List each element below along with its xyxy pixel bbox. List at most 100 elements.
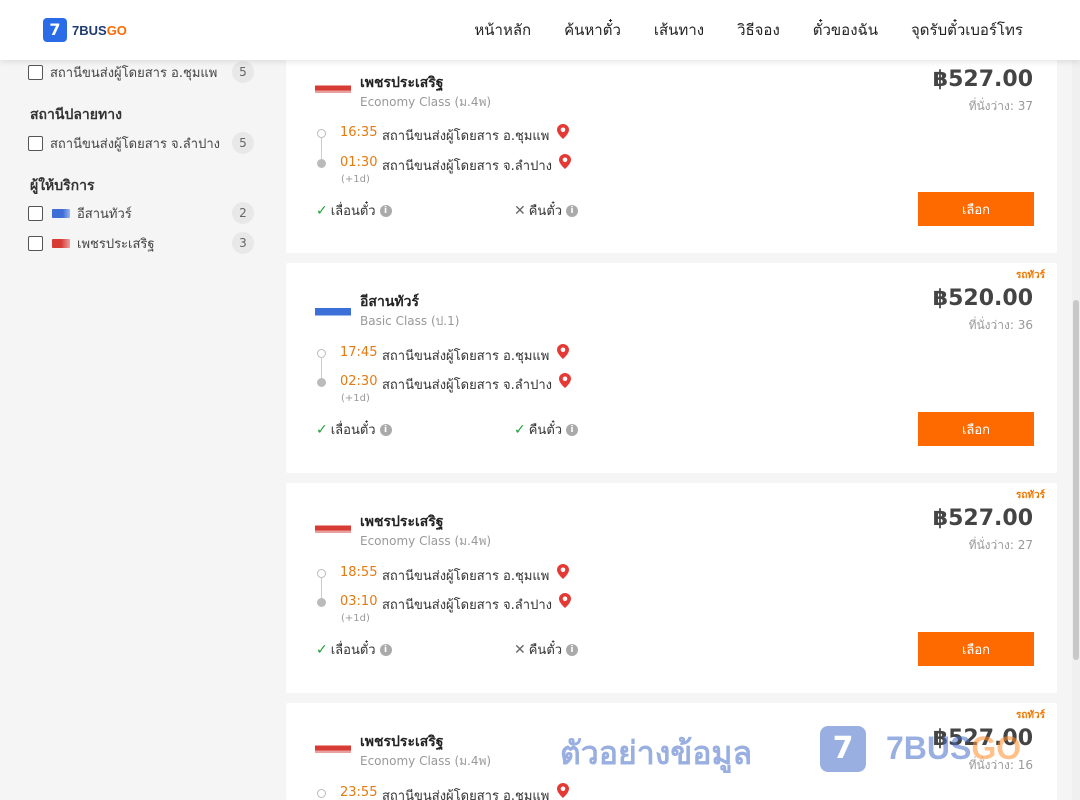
timeline-line <box>321 138 322 160</box>
bus-class: Economy Class (ม.4พ) <box>360 95 492 109</box>
watermark-text: ตัวอย่างข้อมูล <box>560 734 753 772</box>
filter-origin-station[interactable]: สถานีขนส่งผู้โดยสาร อ.ชุมแพ 5 <box>28 60 254 84</box>
checkbox[interactable] <box>28 64 43 80</box>
map-pin-icon[interactable] <box>559 593 571 608</box>
map-pin-icon[interactable] <box>557 783 569 798</box>
arrive-dot <box>317 598 326 607</box>
reschedule-option: ✓ เลื่อนตั๋ว i <box>316 200 392 221</box>
checkbox[interactable] <box>28 205 43 221</box>
map-pin-icon[interactable] <box>557 344 569 359</box>
isan-tour-logo <box>315 305 351 319</box>
arrive-time: 03:10 <box>340 594 378 609</box>
map-pin-icon[interactable] <box>559 154 571 169</box>
checkbox[interactable] <box>28 235 43 251</box>
arrive-time: 02:30 <box>340 374 378 389</box>
price: ฿527.00 <box>932 506 1033 531</box>
depart-station: สถานีขนส่งผู้โดยสาร อ.ชุมแพ <box>382 789 550 800</box>
nav-how-to-book[interactable]: วิธีจอง <box>737 18 780 42</box>
cross-icon: ✕ <box>514 202 526 219</box>
check-icon: ✓ <box>316 202 328 219</box>
filter-count: 5 <box>232 132 254 154</box>
depart-station: สถานีขนส่งผู้โดยสาร อ.ชุมแพ <box>382 349 550 364</box>
filter-label: สถานีขนส่งผู้โดยสาร จ.ลำปาง <box>50 136 220 152</box>
check-icon: ✓ <box>316 421 328 438</box>
info-icon[interactable]: i <box>379 423 392 436</box>
select-trip-button[interactable]: เลือก <box>918 412 1034 446</box>
bus-class: Economy Class (ม.4พ) <box>360 534 492 548</box>
depart-dot <box>317 129 326 138</box>
plus-one-day: (+1d) <box>341 174 370 185</box>
phet-prasert-logo <box>315 522 351 536</box>
destination-section-title: สถานีปลายทาง <box>30 107 122 123</box>
arrive-station: สถานีขนส่งผู้โดยสาร จ.ลำปาง <box>382 159 552 174</box>
depart-dot <box>317 789 326 798</box>
check-icon: ✓ <box>316 641 328 658</box>
filter-destination-station[interactable]: สถานีขนส่งผู้โดยสาร จ.ลำปาง 5 <box>28 131 254 155</box>
arrive-station: สถานีขนส่งผู้โดยสาร จ.ลำปาง <box>382 598 552 613</box>
refund-option: ✓ คืนตั๋ว i <box>514 419 579 440</box>
operator-name: อีสานทัวร์ <box>360 294 419 310</box>
nav-home[interactable]: หน้าหลัก <box>474 18 531 42</box>
filter-operator-phet-prasert[interactable]: เพชรประเสริฐ 3 <box>28 231 254 255</box>
filter-count: 5 <box>232 61 254 83</box>
depart-station: สถานีขนส่งผู้โดยสาร อ.ชุมแพ <box>382 569 550 584</box>
filter-count: 2 <box>232 202 254 224</box>
bus-type-tag: รถทัวร์ <box>1015 490 1045 501</box>
filter-count: 3 <box>232 232 254 254</box>
checkbox[interactable] <box>28 135 43 151</box>
scrollbar-thumb[interactable] <box>1073 300 1079 660</box>
depart-dot <box>317 569 326 578</box>
trip-card: รถทัวร์ เพชรประเสริฐ Economy Class (ม.4พ… <box>286 483 1057 693</box>
main-nav: หน้าหลัก ค้นหาตั๋ว เส้นทาง วิธีจอง ตั๋วข… <box>441 0 1023 60</box>
cross-icon: ✕ <box>514 641 526 658</box>
plus-one-day: (+1d) <box>341 613 370 624</box>
nav-search-ticket[interactable]: ค้นหาตั๋ว <box>564 18 621 42</box>
site-logo[interactable]: 7 7BUSGO <box>43 18 127 42</box>
operator-name: เพชรประเสริฐ <box>360 514 444 530</box>
timeline-line <box>321 578 322 600</box>
top-header: 7 7BUSGO หน้าหลัก ค้นหาตั๋ว เส้นทาง วิธี… <box>0 0 1080 60</box>
refund-option: ✕ คืนตั๋ว i <box>514 200 579 221</box>
nav-my-tickets[interactable]: ตั๋วของฉัน <box>813 18 878 42</box>
depart-time: 23:55 <box>340 785 378 800</box>
bus-class: Economy Class (ม.4พ) <box>360 754 492 768</box>
info-icon[interactable]: i <box>566 204 579 217</box>
watermark-logo: 7 <box>820 726 866 772</box>
operator-name: เพชรประเสริฐ <box>360 75 444 91</box>
map-pin-icon[interactable] <box>559 373 571 388</box>
check-icon: ✓ <box>514 421 526 438</box>
logo-wordmark: 7BUSGO <box>72 22 127 38</box>
filter-label: อีสานทัวร์ <box>77 206 132 222</box>
price: ฿527.00 <box>932 67 1033 92</box>
nav-routes[interactable]: เส้นทาง <box>654 18 704 42</box>
logo-mark: 7 <box>43 18 67 42</box>
trip-card: เพชรประเสริฐ Economy Class (ม.4พ) ฿527.0… <box>286 43 1057 253</box>
watermark-brand: 7BUSGO <box>886 730 1022 766</box>
depart-time: 17:45 <box>340 345 378 360</box>
isan-tour-logo <box>52 208 70 218</box>
depart-station: สถานีขนส่งผู้โดยสาร อ.ชุมแพ <box>382 129 550 144</box>
info-icon[interactable]: i <box>379 643 392 656</box>
depart-dot <box>317 349 326 358</box>
plus-one-day: (+1d) <box>341 393 370 404</box>
filter-operator-isan-tour[interactable]: อีสานทัวร์ 2 <box>28 201 254 225</box>
arrive-dot <box>317 378 326 387</box>
phet-prasert-logo <box>52 238 70 248</box>
seats-available: ที่นั่งว่าง: 27 <box>968 538 1033 552</box>
operators-section-title: ผู้ให้บริการ <box>30 178 95 194</box>
refund-option: ✕ คืนตั๋ว i <box>514 639 579 660</box>
arrive-dot <box>317 159 326 168</box>
depart-time: 16:35 <box>340 125 378 140</box>
seats-available: ที่นั่งว่าง: 37 <box>968 99 1033 113</box>
info-icon[interactable]: i <box>566 423 579 436</box>
map-pin-icon[interactable] <box>557 124 569 139</box>
nav-ticket-pickup[interactable]: จุดรับตั๋วเบอร์โทร <box>911 18 1023 42</box>
map-pin-icon[interactable] <box>557 564 569 579</box>
price: ฿520.00 <box>932 286 1033 311</box>
select-trip-button[interactable]: เลือก <box>918 192 1034 226</box>
info-icon[interactable]: i <box>566 643 579 656</box>
filter-label: สถานีขนส่งผู้โดยสาร อ.ชุมแพ <box>50 65 218 81</box>
info-icon[interactable]: i <box>379 204 392 217</box>
select-trip-button[interactable]: เลือก <box>918 632 1034 666</box>
bus-type-tag: รถทัวร์ <box>1015 710 1045 721</box>
